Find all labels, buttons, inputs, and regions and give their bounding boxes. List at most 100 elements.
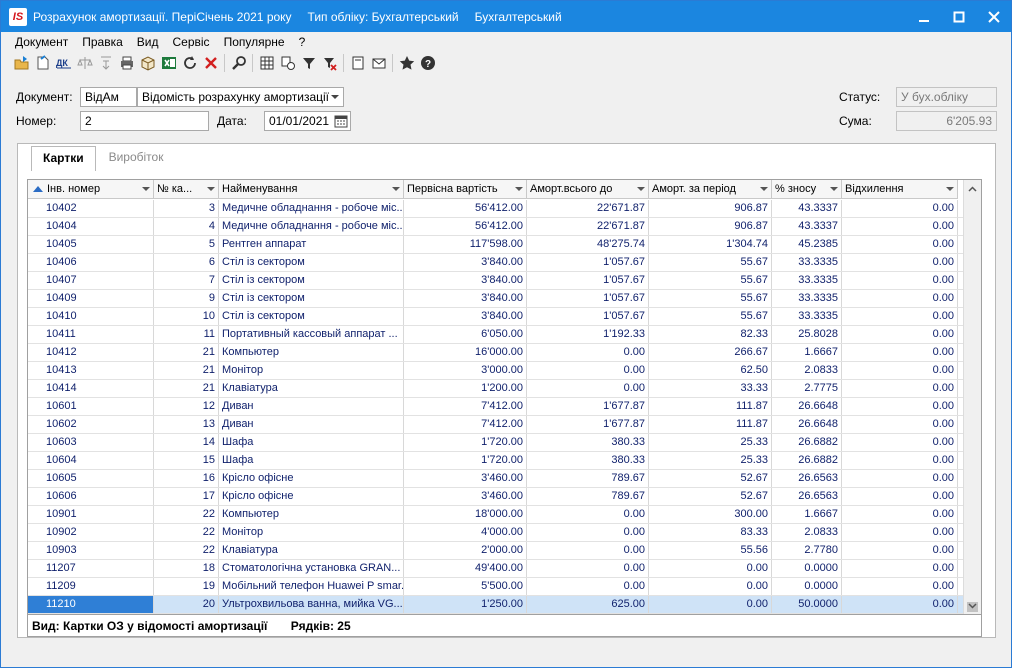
cell-depreciation-total[interactable]: 1'057.67: [527, 308, 649, 325]
cell-card-number[interactable]: 7: [154, 272, 219, 289]
cell-inv-number[interactable]: 10603: [28, 434, 154, 451]
cell-depreciation-period[interactable]: 83.33: [649, 524, 772, 541]
table-row[interactable]: 10402 3 Медичне обладнання - робоче міс...…: [28, 200, 963, 218]
cell-deviation[interactable]: 0.00: [842, 200, 958, 217]
cell-wear-percent[interactable]: 50.0000: [772, 596, 842, 613]
cell-name[interactable]: Монітор: [219, 524, 404, 541]
cell-inv-number[interactable]: 10414: [28, 380, 154, 397]
cell-wear-percent[interactable]: 33.3335: [772, 290, 842, 307]
copy-settings-button[interactable]: [277, 53, 298, 73]
cell-initial-cost[interactable]: 56'412.00: [404, 218, 527, 235]
cell-depreciation-total[interactable]: 0.00: [527, 344, 649, 361]
cell-wear-percent[interactable]: 1.6667: [772, 506, 842, 523]
minimize-button[interactable]: [906, 1, 941, 32]
cell-deviation[interactable]: 0.00: [842, 362, 958, 379]
document-code-field[interactable]: ВідАм: [80, 87, 137, 107]
cell-name[interactable]: Медичне обладнання - робоче міс...: [219, 218, 404, 235]
cell-name[interactable]: Стоматологічна установка GRAN...: [219, 560, 404, 577]
cell-initial-cost[interactable]: 1'720.00: [404, 452, 527, 469]
cell-depreciation-period[interactable]: 111.87: [649, 416, 772, 433]
table-row[interactable]: 10409 9 Стіл із сектором 3'840.00 1'057.67 55…: [28, 290, 963, 308]
cell-card-number[interactable]: 20: [154, 596, 219, 613]
cell-depreciation-period[interactable]: 52.67: [649, 470, 772, 487]
cell-inv-number[interactable]: 10404: [28, 218, 154, 235]
cell-depreciation-total[interactable]: 789.67: [527, 470, 649, 487]
cell-initial-cost[interactable]: 3'460.00: [404, 470, 527, 487]
cell-name[interactable]: Мобільний телефон Huawei P smar...: [219, 578, 404, 595]
date-field[interactable]: 01/01/2021: [264, 111, 351, 131]
vertical-scrollbar[interactable]: [963, 180, 981, 614]
package-button[interactable]: [137, 53, 158, 73]
cell-inv-number[interactable]: 10604: [28, 452, 154, 469]
cell-initial-cost[interactable]: 2'000.00: [404, 542, 527, 559]
cell-depreciation-total[interactable]: 1'677.87: [527, 416, 649, 433]
column-header-inv-number[interactable]: Інв. номер: [28, 180, 154, 199]
cell-name[interactable]: Шафа: [219, 434, 404, 451]
cell-name[interactable]: Стіл із сектором: [219, 272, 404, 289]
cell-deviation[interactable]: 0.00: [842, 290, 958, 307]
column-filter-icon[interactable]: [515, 187, 523, 191]
balance-button[interactable]: [74, 53, 95, 73]
column-filter-icon[interactable]: [946, 187, 954, 191]
column-header-depreciation-total[interactable]: Аморт.всього до: [527, 180, 649, 199]
cell-depreciation-period[interactable]: 0.00: [649, 560, 772, 577]
cell-name[interactable]: Диван: [219, 398, 404, 415]
cell-card-number[interactable]: 18: [154, 560, 219, 577]
cell-initial-cost[interactable]: 6'050.00: [404, 326, 527, 343]
cell-name[interactable]: Компьютер: [219, 506, 404, 523]
cell-inv-number[interactable]: 10405: [28, 236, 154, 253]
cell-card-number[interactable]: 4: [154, 218, 219, 235]
cell-deviation[interactable]: 0.00: [842, 380, 958, 397]
cell-deviation[interactable]: 0.00: [842, 254, 958, 271]
cell-card-number[interactable]: 22: [154, 506, 219, 523]
cell-deviation[interactable]: 0.00: [842, 344, 958, 361]
clear-filter-button[interactable]: [319, 53, 340, 73]
cell-wear-percent[interactable]: 33.3335: [772, 254, 842, 271]
cell-wear-percent[interactable]: 33.3335: [772, 308, 842, 325]
close-button[interactable]: [976, 1, 1011, 32]
cell-inv-number[interactable]: 10409: [28, 290, 154, 307]
cell-card-number[interactable]: 21: [154, 344, 219, 361]
cell-card-number[interactable]: 5: [154, 236, 219, 253]
cell-depreciation-total[interactable]: 1'677.87: [527, 398, 649, 415]
cell-wear-percent[interactable]: 0.0000: [772, 560, 842, 577]
table-row[interactable]: 10413 21 Монітор 3'000.00 0.00 62.50 2.0833 0.0…: [28, 362, 963, 380]
scroll-up-button[interactable]: [964, 180, 981, 197]
cell-deviation[interactable]: 0.00: [842, 416, 958, 433]
cell-depreciation-period[interactable]: 62.50: [649, 362, 772, 379]
cell-deviation[interactable]: 0.00: [842, 236, 958, 253]
cell-depreciation-total[interactable]: 1'057.67: [527, 290, 649, 307]
table-row[interactable]: 10404 4 Медичне обладнання - робоче міс...…: [28, 218, 963, 236]
cell-card-number[interactable]: 21: [154, 362, 219, 379]
table-button[interactable]: [256, 53, 277, 73]
column-filter-icon[interactable]: [207, 187, 215, 191]
column-header-initial-cost[interactable]: Первісна вартість: [404, 180, 527, 199]
cell-initial-cost[interactable]: 3'000.00: [404, 362, 527, 379]
cell-initial-cost[interactable]: 7'412.00: [404, 416, 527, 433]
column-header-deviation[interactable]: Відхилення: [842, 180, 958, 199]
cell-depreciation-total[interactable]: 1'192.33: [527, 326, 649, 343]
cell-depreciation-total[interactable]: 0.00: [527, 560, 649, 577]
cell-inv-number[interactable]: 10411: [28, 326, 154, 343]
cell-deviation[interactable]: 0.00: [842, 542, 958, 559]
cell-initial-cost[interactable]: 1'720.00: [404, 434, 527, 451]
cell-depreciation-total[interactable]: 789.67: [527, 488, 649, 505]
tab-output[interactable]: Виробіток: [98, 146, 175, 170]
cell-initial-cost[interactable]: 7'412.00: [404, 398, 527, 415]
column-filter-icon[interactable]: [637, 187, 645, 191]
cell-deviation[interactable]: 0.00: [842, 524, 958, 541]
new-button[interactable]: [32, 53, 53, 73]
cell-card-number[interactable]: 21: [154, 380, 219, 397]
cell-initial-cost[interactable]: 117'598.00: [404, 236, 527, 253]
cell-deviation[interactable]: 0.00: [842, 326, 958, 343]
cell-depreciation-total[interactable]: 0.00: [527, 506, 649, 523]
cell-initial-cost[interactable]: 1'200.00: [404, 380, 527, 397]
cell-wear-percent[interactable]: 2.7780: [772, 542, 842, 559]
column-filter-icon[interactable]: [142, 187, 150, 191]
column-header-wear-percent[interactable]: % зносу: [772, 180, 842, 199]
help-button[interactable]: ?: [417, 53, 438, 73]
cell-wear-percent[interactable]: 45.2385: [772, 236, 842, 253]
cell-initial-cost[interactable]: 3'840.00: [404, 272, 527, 289]
cell-initial-cost[interactable]: 16'000.00: [404, 344, 527, 361]
column-filter-icon[interactable]: [392, 187, 400, 191]
